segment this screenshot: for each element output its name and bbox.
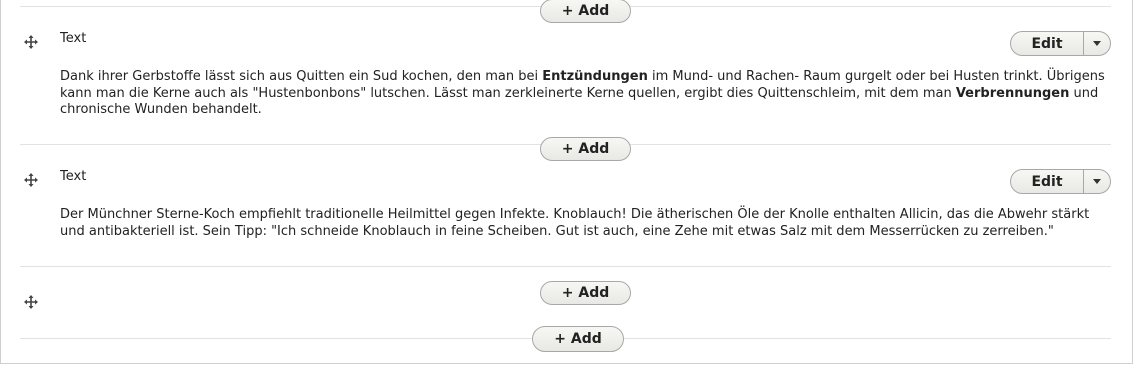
edit-button[interactable]: Edit	[1011, 170, 1084, 193]
drag-handle-icon[interactable]	[23, 294, 39, 310]
edit-dropbutton: Edit	[1010, 31, 1111, 56]
bold-text: Entzündungen	[542, 69, 648, 84]
edit-dropdown-toggle[interactable]	[1084, 32, 1110, 55]
edit-dropdown-toggle[interactable]	[1084, 170, 1110, 193]
bold-text: Verbrennungen	[955, 85, 1070, 101]
caret-down-icon	[1093, 179, 1101, 184]
paragraph-text: Der Münchner Sterne-Koch empfiehlt tradi…	[60, 207, 1110, 240]
edit-dropbutton: Edit	[1010, 169, 1111, 194]
edit-button[interactable]: Edit	[1011, 32, 1084, 55]
text-segment: Der Münchner Sterne-Koch empfiehlt tradi…	[60, 207, 1090, 239]
add-button-2[interactable]: + Add	[540, 281, 631, 305]
paragraph-type-label: Text	[60, 31, 87, 46]
paragraph-type-label: Text	[60, 169, 87, 184]
add-button-bottom[interactable]: + Add	[532, 326, 624, 352]
paragraph-text: Dank ihrer Gerbstoffe lässt sich aus Qui…	[60, 69, 1110, 119]
text-segment: Dank ihrer Gerbstoffe lässt sich aus Qui…	[60, 69, 543, 84]
paragraphs-widget	[0, 0, 1133, 364]
caret-down-icon	[1093, 41, 1101, 46]
drag-handle-icon[interactable]	[23, 172, 39, 188]
add-button-top[interactable]: + Add	[540, 0, 631, 23]
drag-handle-icon[interactable]	[23, 34, 39, 50]
separator-line	[20, 266, 1111, 267]
add-button-1[interactable]: + Add	[540, 137, 631, 161]
